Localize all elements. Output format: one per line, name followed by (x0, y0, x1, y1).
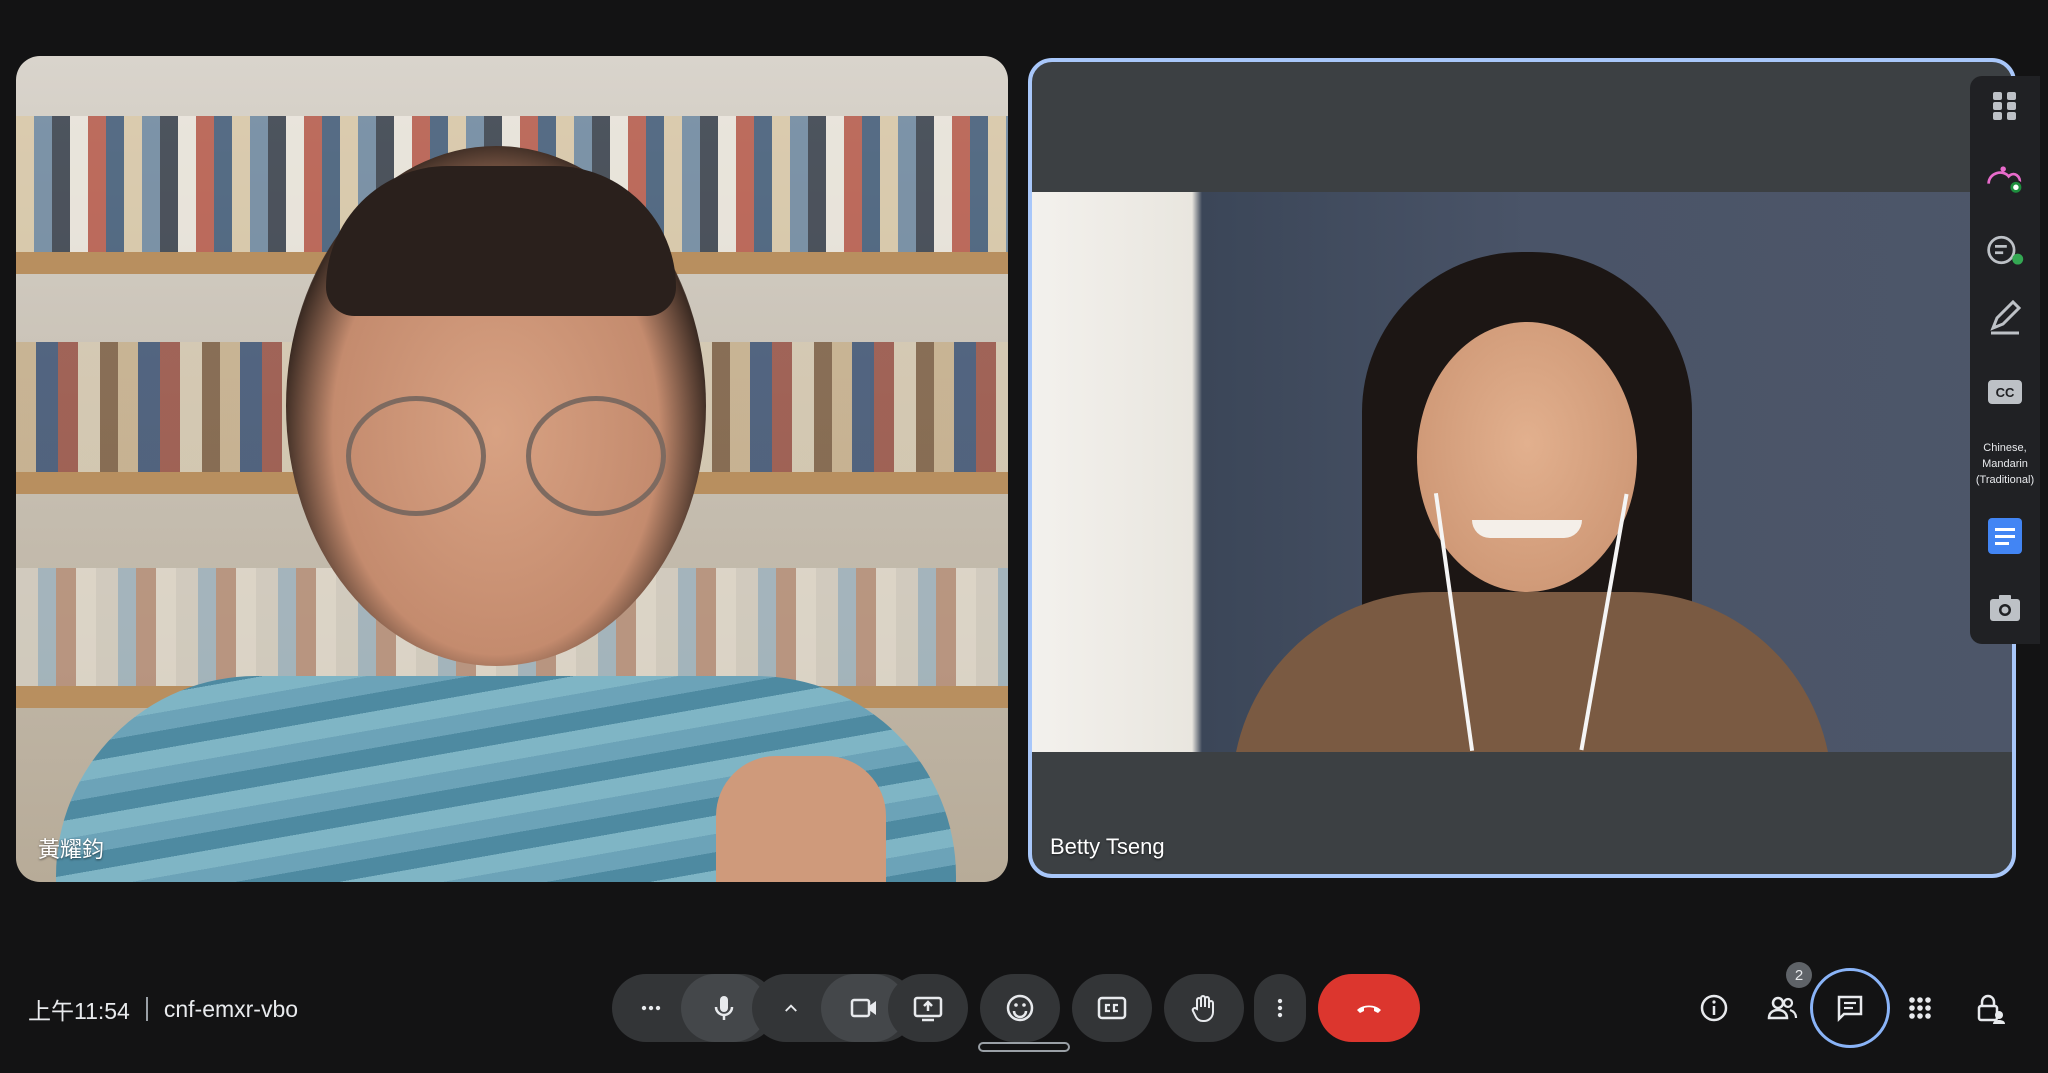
participant-video (1032, 192, 2012, 752)
apps-grid-icon[interactable] (1985, 86, 2025, 126)
activities-button[interactable] (1890, 978, 1950, 1038)
meeting-info: 上午11:54 cnf-emxr-vbo (28, 992, 298, 1026)
call-end-icon (1357, 1005, 1381, 1013)
participant-sweater (1232, 592, 1832, 752)
people-button[interactable]: 2 (1752, 962, 1812, 1038)
glasses-lens-left (346, 396, 486, 516)
present-screen-icon (913, 996, 943, 1022)
caption-language-label: Chinese, Mandarin (Traditional) (1975, 442, 2035, 486)
meeting-details-button[interactable] (1684, 978, 1744, 1038)
camera-snapshot-icon[interactable] (1985, 588, 2025, 628)
participant-hair (326, 166, 676, 316)
emoji-icon (1006, 994, 1034, 1022)
people-icon (1767, 996, 1798, 1020)
captions-badge: CC (1988, 380, 2022, 404)
side-activity-panel: CC Chinese, Mandarin (Traditional) (1970, 76, 2040, 644)
more-horiz-icon (641, 1005, 661, 1011)
meeting-time: 上午11:54 (28, 998, 130, 1024)
participant-face (1417, 322, 1637, 592)
chevron-up-icon (785, 1004, 797, 1012)
participant-smile (1472, 520, 1582, 538)
captions-cc-icon[interactable]: CC (1985, 372, 2025, 412)
participant-hand (716, 756, 886, 882)
videocam-icon (850, 998, 876, 1018)
participant-name-label: 黃耀鈞 (38, 837, 105, 862)
lock-person-icon (1977, 994, 2005, 1024)
bottom-handle (978, 1042, 1070, 1052)
ai-notes-icon[interactable] (1985, 230, 2025, 270)
participant-name-label: Betty Tseng (1050, 834, 1165, 859)
raise-hand-button[interactable] (1164, 974, 1244, 1042)
camera-options-button[interactable] (761, 974, 821, 1042)
raise-hand-icon (1191, 995, 1214, 1023)
chat-button[interactable] (1810, 968, 1890, 1048)
people-count-badge: 2 (1786, 962, 1812, 988)
present-screen-button[interactable] (888, 974, 968, 1042)
info-icon (1700, 994, 1728, 1022)
apps-icon (1909, 997, 1931, 1019)
closed-caption-icon (1097, 996, 1127, 1020)
meeting-code[interactable]: cnf-emxr-vbo (164, 996, 298, 1023)
activities-icon[interactable] (1985, 160, 2025, 200)
more-options-button[interactable] (1254, 974, 1306, 1042)
whiteboard-pen-icon[interactable] (1985, 298, 2025, 338)
more-vert-icon (1277, 998, 1283, 1018)
host-controls-button[interactable] (1960, 978, 2020, 1038)
captions-button[interactable] (1072, 974, 1152, 1042)
participant-tile-1[interactable]: 黃耀鈞 (16, 56, 1008, 882)
divider (145, 997, 148, 1021)
chat-icon (1837, 995, 1863, 1023)
microphone-icon (714, 996, 734, 1020)
docs-icon[interactable] (1985, 516, 2025, 556)
audio-more-button[interactable] (621, 974, 681, 1042)
glasses-lens-right (526, 396, 666, 516)
leave-call-button[interactable] (1318, 974, 1420, 1042)
reactions-button[interactable] (980, 974, 1060, 1042)
participant-tile-2[interactable]: Betty Tseng (1028, 58, 2016, 878)
